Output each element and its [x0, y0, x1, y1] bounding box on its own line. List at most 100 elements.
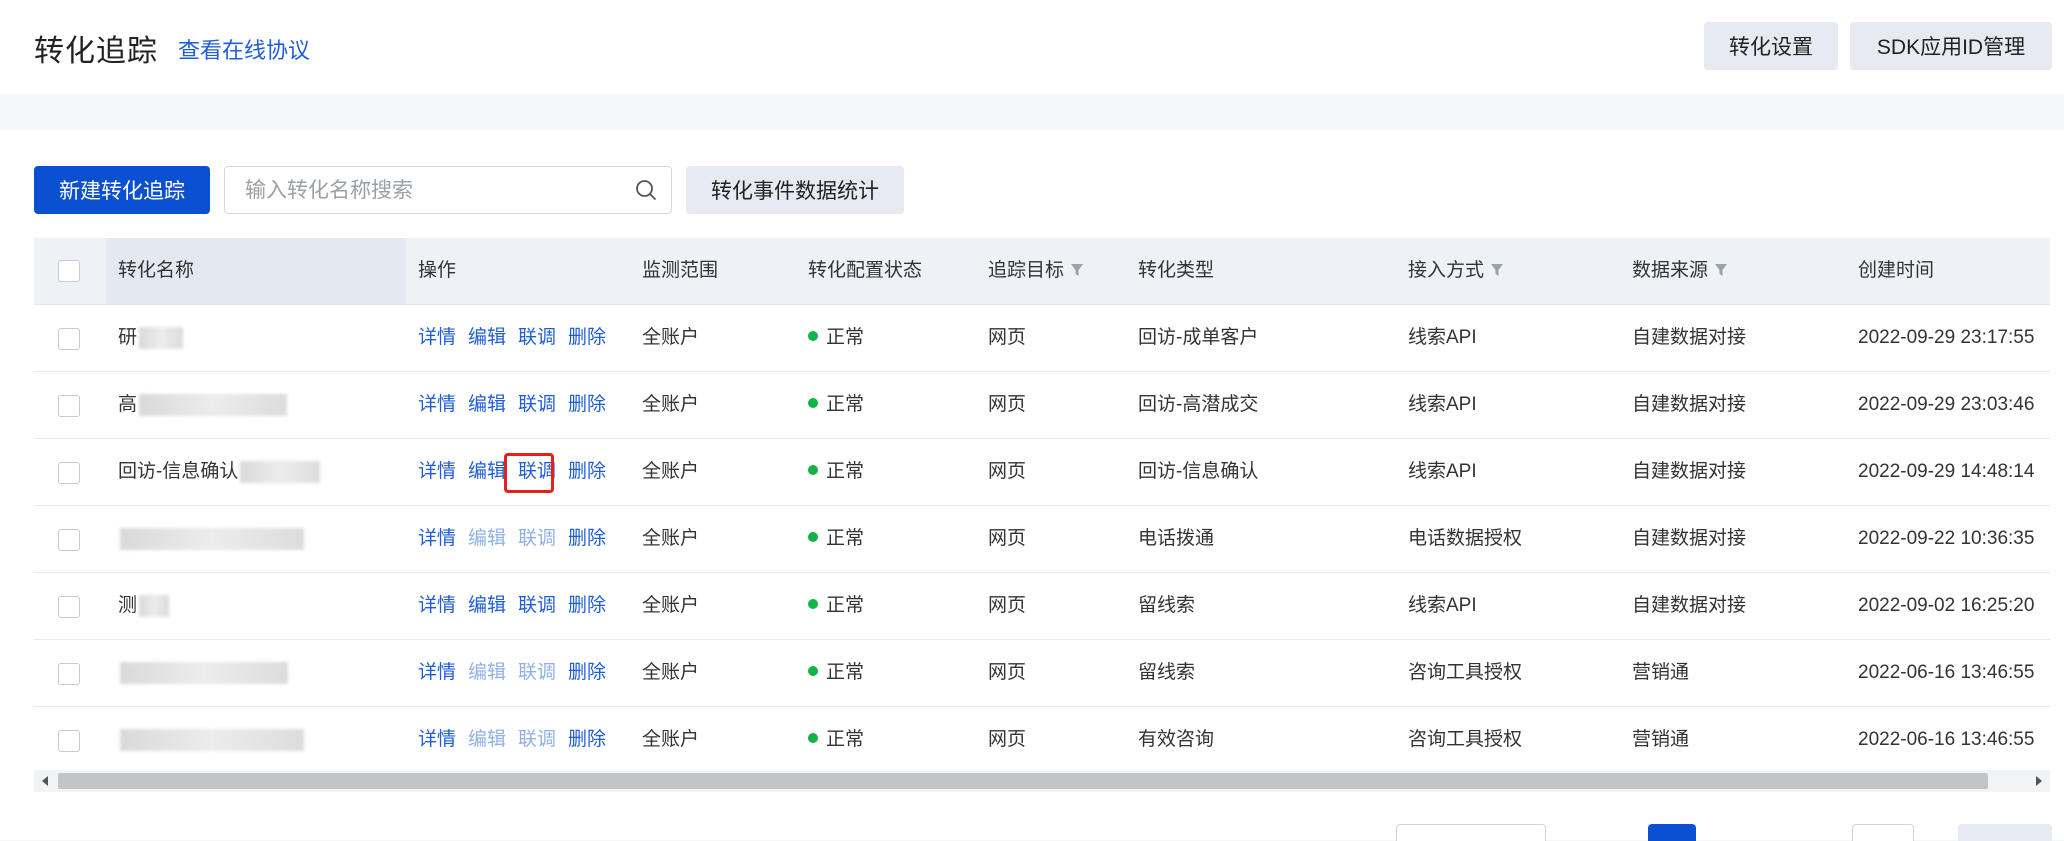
column-header-status: 转化配置状态 — [808, 260, 923, 281]
row-checkbox[interactable] — [58, 596, 80, 618]
row-operations: 详情 编辑 联调 删除 — [418, 305, 618, 371]
detail-link[interactable]: 详情 — [418, 595, 456, 616]
debug-link[interactable]: 联调 — [518, 595, 556, 616]
scroll-left-arrow-icon[interactable] — [34, 770, 56, 792]
target-cell: 网页 — [988, 729, 1027, 750]
detail-link[interactable]: 详情 — [418, 394, 456, 415]
delete-link[interactable]: 删除 — [568, 394, 606, 415]
delete-link[interactable]: 删除 — [568, 461, 606, 482]
status-text: 正常 — [826, 729, 865, 750]
source-cell: 自建数据对接 — [1632, 461, 1747, 482]
column-header-name: 转化名称 — [118, 260, 195, 281]
delete-link[interactable]: 删除 — [568, 528, 606, 549]
conversion-name: 高 — [118, 372, 288, 438]
access-cell: 线索API — [1408, 394, 1477, 415]
row-operations: 详情 编辑 联调 删除 — [418, 506, 618, 572]
conversion-name: 研 — [118, 305, 184, 371]
row-checkbox[interactable] — [58, 663, 80, 685]
search-icon[interactable] — [635, 179, 657, 201]
event-stats-button[interactable]: 转化事件数据统计 — [686, 166, 904, 214]
debug-link[interactable]: 联调 — [518, 394, 556, 415]
access-cell: 线索API — [1408, 595, 1477, 616]
table-row: 高 详情 编辑 联调 删除 全账户 正常 网页 回访-高潜成交 线索API 自建数据对… — [34, 372, 2050, 439]
search-box[interactable] — [224, 166, 672, 215]
row-checkbox[interactable] — [58, 462, 80, 484]
status-text: 正常 — [826, 461, 865, 482]
conversion-settings-button[interactable]: 转化设置 — [1704, 22, 1838, 70]
delete-link[interactable]: 删除 — [568, 662, 606, 683]
row-checkbox[interactable] — [58, 730, 80, 752]
status-dot-icon — [808, 532, 818, 542]
status-text: 正常 — [826, 595, 865, 616]
edit-link-disabled: 编辑 — [468, 528, 507, 549]
filter-icon[interactable] — [1490, 263, 1504, 277]
conversion-name: 回访-信息确认 — [118, 439, 321, 505]
search-input[interactable] — [243, 167, 617, 215]
edit-link-disabled: 编辑 — [468, 662, 507, 683]
new-conversion-button[interactable]: 新建转化追踪 — [34, 166, 210, 214]
column-header-access-label: 接入方式 — [1408, 260, 1485, 281]
protocol-link[interactable]: 查看在线协议 — [178, 33, 310, 65]
horizontal-scrollbar[interactable] — [34, 770, 2050, 792]
row-operations: 详情 编辑 联调 删除 — [418, 573, 618, 639]
source-cell: 自建数据对接 — [1632, 327, 1747, 348]
delete-link[interactable]: 删除 — [568, 595, 606, 616]
source-cell: 营销通 — [1632, 662, 1690, 683]
scope-cell: 全账户 — [642, 461, 700, 482]
page-size-select[interactable] — [1396, 824, 1546, 841]
access-cell: 咨询工具授权 — [1408, 729, 1523, 750]
table-row: 回访-信息确认 详情 编辑 联调 删除 全账户 正常 网页 回访-信息确认 线索API… — [34, 439, 2050, 506]
created-cell: 2022-09-22 10:36:35 — [1858, 528, 2035, 549]
conversion-name-text: 测 — [118, 595, 138, 616]
debug-link-disabled: 联调 — [518, 729, 557, 750]
sdk-app-id-button[interactable]: SDK应用ID管理 — [1850, 22, 2052, 70]
conversion-name — [118, 707, 304, 773]
page-jump-input[interactable] — [1852, 824, 1914, 841]
filter-icon[interactable] — [1714, 263, 1728, 277]
column-header-scope: 监测范围 — [642, 260, 719, 281]
scope-cell: 全账户 — [642, 662, 700, 683]
scroll-right-arrow-icon[interactable] — [2028, 770, 2050, 792]
redacted-text — [139, 594, 170, 617]
column-header-access: 接入方式 — [1408, 238, 1504, 304]
edit-link[interactable]: 编辑 — [468, 595, 506, 616]
edit-link[interactable]: 编辑 — [468, 394, 506, 415]
edit-link[interactable]: 编辑 — [468, 327, 506, 348]
select-all-checkbox[interactable] — [58, 260, 80, 282]
column-header-type: 转化类型 — [1138, 260, 1215, 281]
row-checkbox[interactable] — [58, 328, 80, 350]
table-row: 测 详情 编辑 联调 删除 全账户 正常 网页 留线索 线索API 自建数据对接 20… — [34, 573, 2050, 640]
target-cell: 网页 — [988, 662, 1027, 683]
access-cell: 电话数据授权 — [1408, 528, 1523, 549]
status-dot-icon — [808, 398, 818, 408]
scope-cell: 全账户 — [642, 729, 700, 750]
row-checkbox[interactable] — [58, 529, 80, 551]
delete-link[interactable]: 删除 — [568, 327, 606, 348]
scope-cell: 全账户 — [642, 528, 700, 549]
scrollbar-thumb[interactable] — [58, 773, 1988, 789]
top-header: 转化追踪 查看在线协议 转化设置 SDK应用ID管理 — [0, 0, 2064, 94]
status-dot-icon — [808, 733, 818, 743]
conversion-name — [118, 640, 288, 706]
edit-link[interactable]: 编辑 — [468, 461, 506, 482]
filter-icon[interactable] — [1070, 263, 1084, 277]
detail-link[interactable]: 详情 — [418, 729, 456, 750]
detail-link[interactable]: 详情 — [418, 327, 456, 348]
main-card: 新建转化追踪 转化事件数据统计 转化名称 操作 监测范围 转化配置状态 追踪目标… — [0, 130, 2064, 841]
conversion-name — [118, 506, 304, 572]
source-cell: 自建数据对接 — [1632, 394, 1747, 415]
page-jump-button[interactable] — [1958, 824, 2052, 841]
detail-link[interactable]: 详情 — [418, 528, 456, 549]
delete-link[interactable]: 删除 — [568, 729, 606, 750]
column-header-source: 数据来源 — [1632, 238, 1728, 304]
table-header: 转化名称 操作 监测范围 转化配置状态 追踪目标 转化类型 接入方式 数据来源 … — [34, 238, 2050, 305]
status-cell: 正常 — [808, 372, 864, 438]
status-cell: 正常 — [808, 573, 864, 639]
row-checkbox[interactable] — [58, 395, 80, 417]
status-dot-icon — [808, 331, 818, 341]
row-operations: 详情 编辑 联调 删除 — [418, 707, 618, 773]
detail-link[interactable]: 详情 — [418, 662, 456, 683]
debug-link[interactable]: 联调 — [518, 327, 556, 348]
current-page-button[interactable] — [1648, 824, 1696, 841]
detail-link[interactable]: 详情 — [418, 461, 456, 482]
